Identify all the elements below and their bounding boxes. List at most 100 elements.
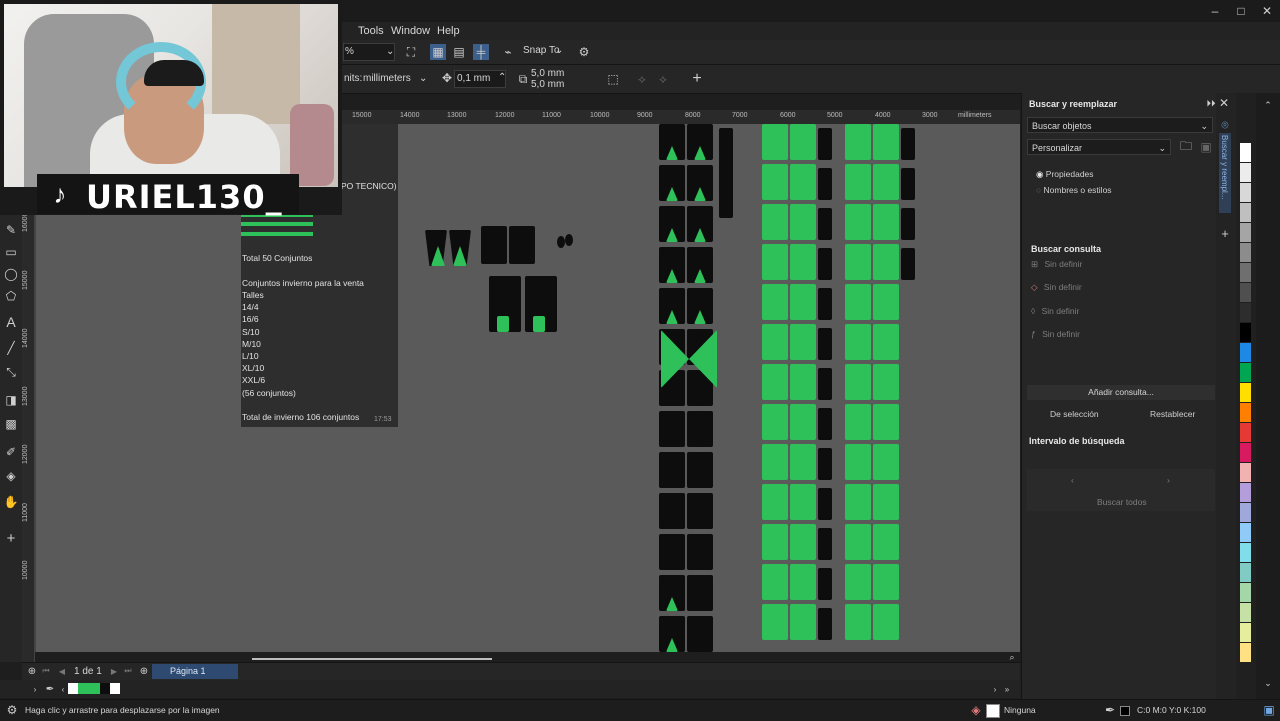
last-page-icon[interactable]: ⏭ — [122, 665, 134, 677]
maximize-icon[interactable]: □ — [1234, 4, 1248, 18]
palette-swatch[interactable] — [1240, 603, 1251, 622]
horizontal-scrollbar[interactable] — [252, 658, 492, 660]
duplicate-y-field[interactable]: 5,0 mm — [531, 79, 591, 90]
distribute-icon[interactable]: ⟡ — [655, 71, 671, 87]
chevron-left-icon[interactable]: ‹ — [1071, 475, 1074, 485]
no-fill-swatch[interactable] — [986, 704, 1000, 718]
query-row[interactable]: ƒ Sin definir — [1031, 329, 1080, 339]
query-row[interactable]: ◇ Sin definir — [1031, 282, 1082, 293]
eyedropper-tool-icon[interactable]: ✐ — [3, 444, 19, 460]
rectangle-tool-icon[interactable]: ▭ — [3, 244, 19, 260]
line-tool-icon[interactable]: ╱ — [3, 340, 19, 356]
palette-swatch[interactable] — [1240, 343, 1251, 362]
search-all-button[interactable]: Buscar todos — [1097, 497, 1147, 507]
reset-button[interactable]: Restablecer — [1150, 409, 1195, 419]
scroll-end-icon[interactable]: » — [1002, 683, 1012, 695]
align-icon[interactable]: ⟡ — [634, 71, 650, 87]
snap-icon[interactable]: ⌁ — [500, 44, 516, 60]
guidelines-toggle-icon[interactable]: ╪ — [473, 44, 489, 60]
close-icon[interactable]: ✕ — [1260, 4, 1274, 18]
arrow-right-icon[interactable]: › — [30, 683, 40, 695]
minimize-icon[interactable]: – — [1208, 4, 1222, 18]
palette-swatch[interactable] — [1240, 563, 1251, 582]
text-tool-icon[interactable]: A — [3, 314, 19, 330]
palette-swatch[interactable] — [1240, 243, 1251, 262]
palette-swatch[interactable] — [1240, 543, 1251, 562]
shadow-tool-icon[interactable]: ◨ — [3, 392, 19, 408]
swatch-black[interactable] — [100, 683, 110, 694]
nudge-distance-field[interactable]: 0,1 mm ⌃ — [454, 70, 506, 88]
palette-swatch[interactable] — [1240, 223, 1251, 242]
palette-swatch[interactable] — [1240, 583, 1251, 602]
palette-swatch[interactable] — [1240, 183, 1251, 202]
menu-help[interactable]: Help — [437, 25, 460, 37]
radio-names-styles[interactable]: ○ Nombres o estilos — [1036, 185, 1112, 195]
rulers-toggle-icon[interactable]: ▦ — [430, 44, 446, 60]
palette-arrow-icon[interactable]: ⌃ — [1261, 99, 1275, 111]
prev-page-icon[interactable]: ◀ — [56, 665, 68, 677]
palette-swatch[interactable] — [1240, 463, 1251, 482]
add-page-icon[interactable]: ⊕ — [26, 665, 38, 677]
palette-swatch[interactable] — [1240, 323, 1251, 342]
palette-swatch[interactable] — [1240, 643, 1251, 662]
units-dropdown[interactable]: millimeters ⌄ — [359, 70, 427, 86]
save-icon[interactable]: ▣ — [1199, 140, 1213, 154]
fill-tool-icon[interactable]: ◈ — [3, 468, 19, 484]
palette-swatch[interactable] — [1240, 403, 1251, 422]
palette-swatch[interactable] — [1240, 423, 1251, 442]
pan-tool-icon[interactable]: ✋ — [3, 494, 19, 510]
close-icon[interactable]: ✕ — [1216, 96, 1232, 110]
palette-swatch[interactable] — [1240, 523, 1251, 542]
palette-swatch[interactable] — [1240, 503, 1251, 522]
palette-swatch[interactable] — [1240, 143, 1251, 162]
palette-swatch[interactable] — [1240, 263, 1251, 282]
radio-properties[interactable]: ◉ Propiedades — [1036, 169, 1094, 180]
open-folder-icon[interactable]: 🗀 — [1179, 139, 1193, 154]
palette-swatch[interactable] — [1240, 303, 1251, 322]
ellipse-tool-icon[interactable]: ◯ — [3, 266, 19, 282]
swatch-white[interactable] — [110, 683, 120, 694]
zoom-to-page-icon[interactable]: ⛶ — [403, 44, 419, 60]
palette-swatch[interactable] — [1240, 163, 1251, 182]
palette-swatch[interactable] — [1240, 283, 1251, 302]
palette-swatch[interactable] — [1240, 443, 1251, 462]
add-page-icon[interactable]: ⊕ — [138, 665, 150, 677]
page-tab[interactable]: Página 1 — [152, 664, 238, 679]
freehand-tool-icon[interactable]: ✎ — [3, 222, 19, 238]
palette-arrow-icon[interactable]: ⌄ — [1261, 677, 1275, 689]
arrow-left-icon[interactable]: ‹ — [58, 683, 68, 695]
menu-window[interactable]: Window — [391, 25, 430, 37]
bottom-right-icon[interactable]: ▣ — [1262, 703, 1276, 717]
chevron-right-icon[interactable]: › — [1167, 475, 1170, 485]
swatch-green[interactable] — [78, 683, 100, 694]
palette-swatch[interactable] — [1240, 363, 1251, 382]
query-row[interactable]: ⊞ Sin definir — [1031, 259, 1082, 270]
palette-swatch[interactable] — [1240, 203, 1251, 222]
polygon-tool-icon[interactable]: ⬠ — [3, 288, 19, 304]
menu-tools[interactable]: Tools — [358, 25, 384, 37]
gear-icon[interactable]: ⚙ — [576, 44, 592, 60]
zoom-icon[interactable]: ⌕ — [1006, 651, 1018, 663]
snap-to-dropdown[interactable]: Snap To ⌄ — [519, 43, 563, 59]
transform-icon[interactable]: ⬚ — [605, 71, 621, 87]
grid-toggle-icon[interactable]: ▤ — [451, 44, 467, 60]
add-docker-icon[interactable]: + — [1218, 226, 1232, 241]
binoculars-icon[interactable]: ⌾ — [1218, 118, 1232, 132]
first-page-icon[interactable]: ⏮ — [40, 665, 52, 677]
add-icon[interactable]: + — [689, 70, 705, 87]
outline-swatch[interactable] — [1120, 706, 1130, 716]
settings-icon[interactable]: ⚙ — [5, 703, 19, 717]
add-query-button[interactable]: Añadir consulta... — [1027, 385, 1215, 400]
preset-dropdown[interactable]: Personalizar ⌄ — [1027, 139, 1171, 155]
search-mode-dropdown[interactable]: Buscar objetos ⌄ — [1027, 117, 1213, 133]
add-tool-icon[interactable]: + — [3, 530, 19, 547]
palette-swatch[interactable] — [1240, 383, 1251, 402]
eyedropper-icon[interactable]: ✒ — [44, 683, 56, 695]
connector-tool-icon[interactable]: ⤡ — [3, 364, 19, 380]
scroll-arrow-icon[interactable]: › — [990, 683, 1000, 695]
query-row[interactable]: ◊ Sin definir — [1031, 306, 1079, 316]
palette-swatch[interactable] — [1240, 483, 1251, 502]
next-page-icon[interactable]: ▶ — [108, 665, 120, 677]
transparency-tool-icon[interactable]: ▩ — [3, 416, 19, 432]
swatch-none[interactable] — [68, 683, 78, 694]
